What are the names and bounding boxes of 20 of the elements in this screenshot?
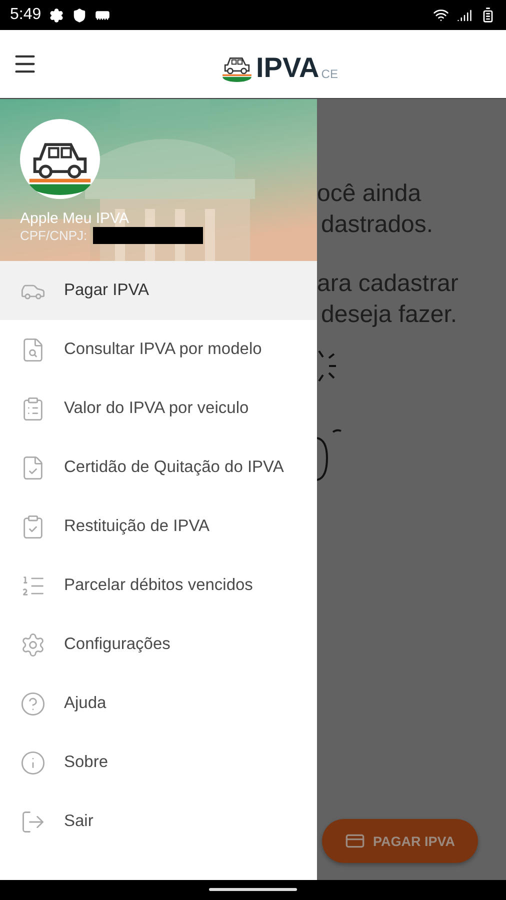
settings-icon [20, 632, 46, 658]
logo-suffix: CE [321, 68, 338, 80]
background-text: ara cadastrar [317, 269, 460, 299]
status-time: 5:49 [10, 6, 42, 24]
help-icon [20, 690, 46, 716]
signal-icon [457, 8, 472, 22]
wifi-icon [433, 7, 449, 23]
info-icon [20, 750, 46, 776]
shield-icon [72, 8, 88, 22]
menu-item[interactable]: Pagar IPVA [0, 261, 317, 320]
logo-text: IPVA [256, 54, 320, 82]
background-text: deseja fazer. [321, 300, 458, 330]
home-handle[interactable] [209, 888, 297, 891]
settings-icon [49, 8, 64, 22]
background-text: ocê ainda [317, 179, 422, 209]
background-text: dastrados. [321, 210, 434, 240]
document-label: CPF/CNPJ: [20, 228, 88, 243]
user-name: Apple Meu IPVA [20, 210, 130, 227]
logout-icon [20, 808, 46, 834]
sun-icon [317, 348, 337, 384]
